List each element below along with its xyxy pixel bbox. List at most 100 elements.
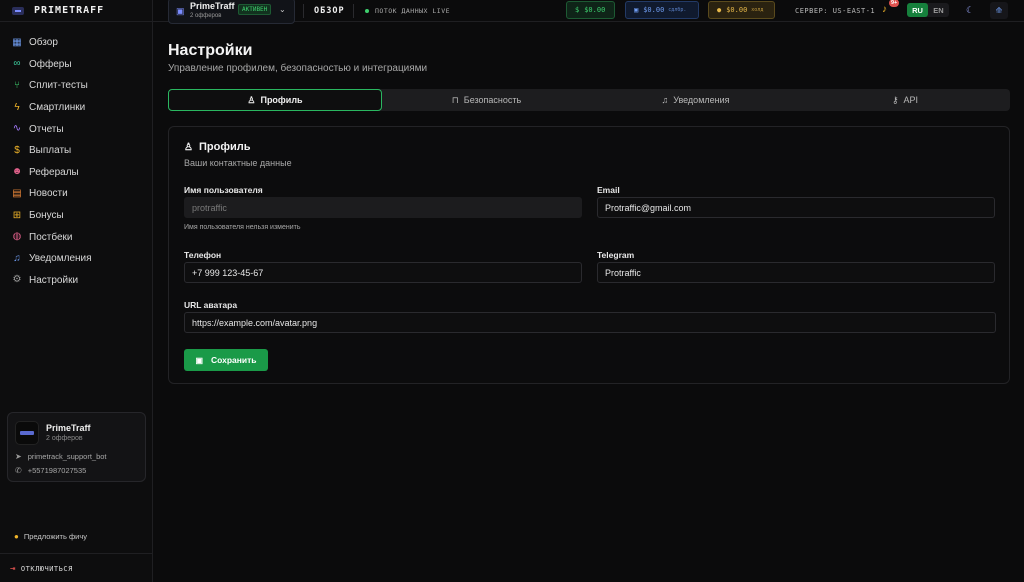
globe-icon: ◍ <box>12 231 22 243</box>
status-badge: АКТИВЕН <box>238 4 272 15</box>
tab-security[interactable]: ⊓ Безопасность <box>382 89 591 111</box>
phone-icon: ✆ <box>15 466 22 475</box>
chevron-down-icon: ⌄ <box>279 5 286 14</box>
sidebar-item-notifications[interactable]: ♫ Уведомления <box>0 248 152 270</box>
telegram-field[interactable]: Protraffic <box>597 262 995 283</box>
sidebar-item-label: Бонусы <box>29 210 64 222</box>
sidebar-item-payouts[interactable]: $ Выплаты <box>0 140 152 162</box>
tab-api[interactable]: ⚷ API <box>800 89 1010 111</box>
profile-phone-link[interactable]: ✆ +5571987027535 <box>15 466 86 475</box>
app-logo-icon[interactable]: ⟰ <box>990 2 1008 19</box>
lock-icon: ⊓ <box>451 94 459 105</box>
sidebar-item-label: Постбеки <box>29 231 73 243</box>
sidebar-item-label: Новости <box>29 188 68 200</box>
sidebar-item-label: Уведомления <box>29 253 92 265</box>
sidebar-item-news[interactable]: ▤ Новости <box>0 183 152 205</box>
brand-logo-icon <box>12 6 24 15</box>
divider <box>303 4 304 18</box>
page-subtitle: Управление профилем, безопасностью и инт… <box>168 63 428 74</box>
coin-icon: ● <box>717 6 722 14</box>
phone-number: +5571987027535 <box>27 466 87 475</box>
key-icon: ⚷ <box>891 94 899 105</box>
telegram-label: Telegram <box>597 250 635 260</box>
sidebar-nav: ▦ Обзор ∞ Офферы ⑂ Сплит-тесты ϟ Смартлинки … <box>0 22 152 291</box>
profile-card: PrimeTraff 2 офферов ➤ primetrack_support… <box>7 412 146 482</box>
sidebar-item-label: Рефералы <box>29 166 79 178</box>
gear-icon: ⚙ <box>12 274 22 286</box>
divider <box>353 4 354 18</box>
tab-label: API <box>903 95 919 105</box>
username-field: protraffic <box>184 197 582 218</box>
sidebar-item-postbacks[interactable]: ◍ Постбеки <box>0 226 152 248</box>
tab-profile[interactable]: ♙ Профиль <box>168 89 382 111</box>
sidebar-item-label: Выплаты <box>29 145 72 157</box>
email-field[interactable]: Protraffic@gmail.com <box>597 197 995 218</box>
sidebar: PRIMETRAFF ▦ Обзор ∞ Офферы ⑂ Сплит-тесты ϟ… <box>0 0 153 582</box>
sidebar-item-label: Смартлинки <box>29 102 86 114</box>
save-label: Сохранить <box>211 355 257 365</box>
top-header: ▣ PrimeTraff 2 офферов АКТИВЕН ⌄ ОБЗОР П… <box>153 0 1024 24</box>
tab-notifications[interactable]: ♫ Уведомления <box>591 89 800 111</box>
disconnect-label: ОТКЛЮЧИТЬСЯ <box>20 565 73 573</box>
profile-offers: 2 офферов <box>46 435 83 442</box>
balance-hold[interactable]: ● $0.00 холд <box>708 1 775 19</box>
bolt-icon: ϟ <box>14 101 20 113</box>
sidebar-item-split-tests[interactable]: ⑂ Сплит-тесты <box>0 75 152 97</box>
offer-selector[interactable]: ▣ PrimeTraff 2 офферов АКТИВЕН ⌄ <box>168 0 295 24</box>
email-label: Email <box>597 185 620 195</box>
send-icon: ➤ <box>15 452 22 461</box>
notifications-bell-icon[interactable]: ♪ <box>882 4 887 15</box>
phone-field[interactable]: +7 999 123-45-67 <box>184 262 582 283</box>
sidebar-item-label: Обзор <box>29 37 58 49</box>
sidebar-item-smartlinks[interactable]: ϟ Смартлинки <box>0 97 152 119</box>
tab-label: Уведомления <box>673 95 730 105</box>
tab-label: Профиль <box>260 95 303 105</box>
sidebar-item-referrals[interactable]: ☻ Рефералы <box>0 162 152 184</box>
sidebar-item-reports[interactable]: ∿ Отчеты <box>0 118 152 140</box>
language-switch: RU EN <box>907 3 949 17</box>
dollar-icon: $ <box>575 6 580 14</box>
balance-usdt[interactable]: ▣ $0.00 сдлбр. <box>625 1 699 19</box>
lang-en-button[interactable]: EN <box>928 3 949 17</box>
offer-name: PrimeTraff <box>190 1 235 11</box>
page-title: Настройки <box>168 42 253 59</box>
suggest-feature-link[interactable]: ● Предложить фичу <box>14 532 87 541</box>
sidebar-item-overview[interactable]: ▦ Обзор <box>0 32 152 54</box>
disconnect-button[interactable]: ⇥ ОТКЛЮЧИТЬСЯ <box>10 564 73 574</box>
card-subtitle: Ваши контактные данные <box>184 158 292 168</box>
gift-icon: ⊞ <box>12 209 22 221</box>
sidebar-item-bonuses[interactable]: ⊞ Бонусы <box>0 205 152 227</box>
sidebar-item-label: Офферы <box>29 58 72 70</box>
users-icon: ☻ <box>11 166 23 178</box>
avatar <box>15 421 39 445</box>
save-icon: ▣ <box>195 355 204 365</box>
profile-telegram-link[interactable]: ➤ primetrack_support_bot <box>15 452 107 461</box>
save-button[interactable]: ▣ Сохранить <box>184 349 268 371</box>
lang-ru-button[interactable]: RU <box>907 3 928 17</box>
logout-icon: ⇥ <box>10 564 16 574</box>
balance-usdt-unit: сдлбр. <box>668 7 687 13</box>
sidebar-item-label: Настройки <box>29 274 79 286</box>
link-icon: ∞ <box>13 58 21 70</box>
live-label: ПОТОК ДАННЫХ LIVE <box>375 7 451 15</box>
bell-icon: ♫ <box>13 252 21 264</box>
news-icon: ▤ <box>12 187 22 199</box>
header-title: ОБЗОР <box>314 6 345 16</box>
balance-usd[interactable]: $ $0.00 <box>566 1 615 19</box>
phone-label: Телефон <box>184 250 222 260</box>
dollar-icon: $ <box>14 144 20 156</box>
username-label: Имя пользователя <box>184 185 263 195</box>
sidebar-item-label: Сплит-тесты <box>29 80 88 92</box>
profile-name: PrimeTraff <box>46 423 91 433</box>
wallet-icon: ▣ <box>634 6 639 14</box>
settings-tabs: ♙ Профиль ⊓ Безопасность ♫ Уведомления ⚷ API <box>168 89 1010 111</box>
brand[interactable]: PRIMETRAFF <box>0 0 152 22</box>
sidebar-item-label: Отчеты <box>29 123 64 135</box>
profile-card-form: ♙ Профиль Ваши контактные данные Имя поль… <box>168 126 1010 384</box>
telegram-handle: primetrack_support_bot <box>27 452 107 461</box>
balance-hold-value: $0.00 <box>726 6 748 14</box>
sidebar-item-offers[interactable]: ∞ Офферы <box>0 54 152 76</box>
sidebar-item-settings[interactable]: ⚙ Настройки <box>0 270 152 292</box>
avatar-url-field[interactable]: https://example.com/avatar.png <box>184 312 996 333</box>
moon-icon[interactable]: ☾ <box>966 5 974 16</box>
